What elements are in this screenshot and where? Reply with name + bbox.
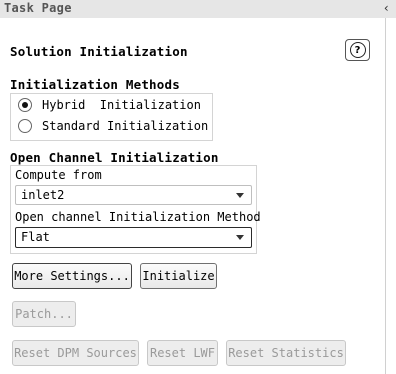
compute-from-dropdown[interactable]: inlet2 [15, 185, 252, 205]
radio-selected-icon[interactable] [18, 98, 32, 112]
collapse-icon[interactable]: ‹ [383, 1, 390, 15]
help-icon: ? [349, 42, 366, 58]
method-label: Open channel Initialization Method [15, 210, 261, 224]
reset-lwf-button[interactable]: Reset LWF [147, 340, 218, 366]
init-methods-label: Initialization Methods [10, 77, 180, 92]
more-settings-button[interactable]: More Settings... [12, 263, 132, 289]
panel-border [385, 18, 386, 374]
radio-standard-label: Standard Initialization [42, 119, 209, 133]
patch-button[interactable]: Patch... [12, 301, 76, 327]
dropdown-arrow-icon [236, 235, 244, 240]
task-page-header: Task Page ‹ [0, 0, 396, 18]
compute-from-label: Compute from [15, 168, 102, 182]
open-channel-label: Open Channel Initialization [10, 150, 219, 165]
radio-standard-initialization[interactable]: Standard Initialization [18, 119, 208, 133]
dropdown-arrow-icon [236, 193, 244, 198]
radio-unselected-icon[interactable] [18, 119, 32, 133]
method-value: Flat [21, 230, 50, 244]
initialize-button[interactable]: Initialize [140, 263, 217, 289]
section-title: Solution Initialization [10, 44, 188, 59]
reset-dpm-sources-button[interactable]: Reset DPM Sources [12, 340, 139, 366]
help-button[interactable]: ? [345, 39, 370, 61]
reset-statistics-button[interactable]: Reset Statistics [226, 340, 346, 366]
compute-from-value: inlet2 [21, 188, 65, 202]
radio-hybrid-initialization[interactable]: Hybrid Initialization [18, 98, 201, 112]
panel-title: Task Page [4, 1, 72, 15]
radio-hybrid-label: Hybrid Initialization [42, 98, 201, 112]
method-dropdown[interactable]: Flat [15, 227, 252, 248]
